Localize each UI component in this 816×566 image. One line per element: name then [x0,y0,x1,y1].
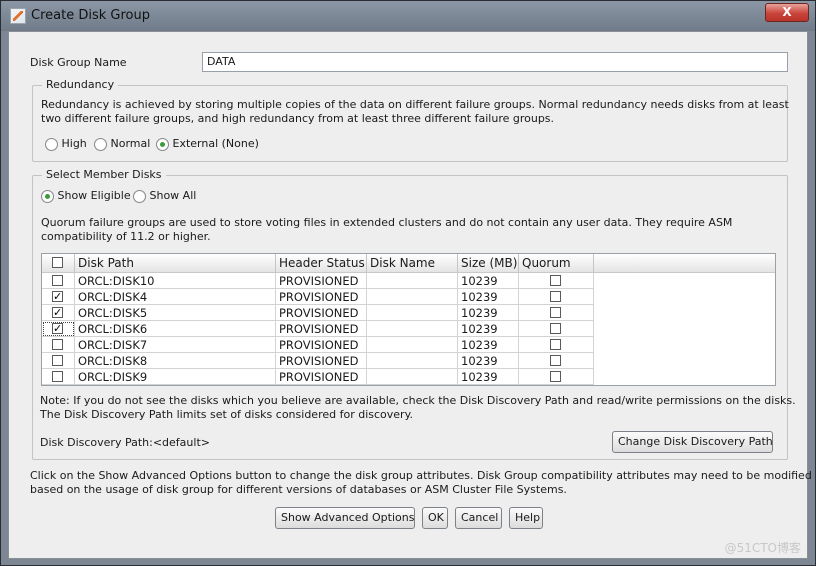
table-row[interactable]: ORCL:DISK9 PROVISIONED 10239 [42,369,594,385]
cell-size: 10239 [458,353,519,369]
cell-disk-path: ORCL:DISK5 [75,305,276,321]
radio-external-label: External (None) [172,137,259,150]
row-select-checkbox[interactable] [52,339,63,350]
cell-disk-name [367,353,458,369]
cell-disk-path: ORCL:DISK6 [75,321,276,337]
dialog-content: Disk Group Name DATA Redundancy Redundan… [8,31,812,559]
radio-normal-label: Normal [110,137,151,150]
title-bar[interactable]: Create Disk Group X [1,1,815,31]
cell-disk-name [367,321,458,337]
cell-disk-name [367,273,458,289]
redundancy-description-2: two different failure groups, and high r… [41,112,555,125]
cell-header-status: PROVISIONED [276,305,367,321]
radio-external[interactable]: External (None) [156,137,259,151]
select-all-checkbox[interactable] [52,257,63,268]
header-select-all[interactable] [42,254,75,273]
redundancy-title: Redundancy [42,78,119,91]
radio-external-indicator[interactable] [156,137,169,151]
row-select-checkbox[interactable] [52,289,63,305]
row-select-checkbox[interactable] [52,275,63,286]
app-icon [10,8,26,24]
header-disk-path[interactable]: Disk Path [75,254,276,273]
row-select-checkbox[interactable] [52,305,63,321]
quorum-checkbox[interactable] [550,339,561,350]
disk-group-name-input[interactable]: DATA [202,52,788,72]
window-title: Create Disk Group [31,8,150,23]
cell-size: 10239 [458,369,519,385]
radio-show-eligible[interactable]: Show Eligible [41,189,131,203]
quorum-checkbox[interactable] [550,291,561,302]
redundancy-group: Redundancy Redundancy is achieved by sto… [32,78,789,162]
change-discovery-path-button[interactable]: Change Disk Discovery Path [612,431,773,453]
radio-show-all-label: Show All [149,189,197,202]
show-advanced-options-button[interactable]: Show Advanced Options [275,507,415,529]
header-size[interactable]: Size (MB) [458,254,519,273]
cell-header-status: PROVISIONED [276,337,367,353]
header-header-status[interactable]: Header Status [276,254,367,273]
cell-header-status: PROVISIONED [276,353,367,369]
discovery-note-2: The Disk Discovery Path limits set of di… [40,408,414,421]
header-disk-name[interactable]: Disk Name [367,254,458,273]
close-button[interactable]: X [765,3,809,22]
radio-high[interactable]: High [45,137,87,151]
cell-size: 10239 [458,289,519,305]
quorum-checkbox[interactable] [550,307,561,318]
row-select-checkbox[interactable] [52,321,63,337]
radio-high-label: High [61,137,87,150]
cell-disk-name [367,289,458,305]
cell-disk-name [367,305,458,321]
disk-discovery-path-label: Disk Discovery Path:<default> [40,436,210,449]
cell-header-status: PROVISIONED [276,289,367,305]
table-row[interactable]: ORCL:DISK8 PROVISIONED 10239 [42,353,594,369]
table-row[interactable]: ORCL:DISK10 PROVISIONED 10239 [42,273,594,289]
cell-disk-path: ORCL:DISK4 [75,289,276,305]
header-quorum[interactable]: Quorum [519,254,594,273]
radio-show-all[interactable]: Show All [133,189,196,203]
cell-header-status: PROVISIONED [276,369,367,385]
cell-disk-path: ORCL:DISK9 [75,369,276,385]
row-select-checkbox[interactable] [52,355,63,366]
member-disks-title: Select Member Disks [42,168,166,181]
watermark: @51CTO博客 [724,541,801,555]
table-row[interactable]: ORCL:DISK5 PROVISIONED 10239 [42,305,594,321]
cell-disk-name [367,369,458,385]
redundancy-description-1: Redundancy is achieved by storing multip… [41,98,789,111]
cancel-button[interactable]: Cancel [455,507,502,529]
radio-show-eligible-indicator[interactable] [41,189,54,203]
quorum-checkbox[interactable] [550,371,561,382]
advanced-note-1: Click on the Show Advanced Options butto… [30,469,812,482]
table-row[interactable]: ORCL:DISK4 PROVISIONED 10239 [42,289,594,305]
quorum-note-1: Quorum failure groups are used to store … [41,216,733,229]
row-select-checkbox[interactable] [52,371,63,382]
discovery-note-1: Note: If you do not see the disks which … [40,394,796,407]
cell-disk-name [367,337,458,353]
radio-normal-indicator[interactable] [94,137,107,151]
quorum-note-2: compatibility of 11.2 or higher. [41,230,211,243]
quorum-checkbox[interactable] [550,323,561,334]
cell-disk-path: ORCL:DISK7 [75,337,276,353]
cell-header-status: PROVISIONED [276,273,367,289]
cell-header-status: PROVISIONED [276,321,367,337]
cell-size: 10239 [458,321,519,337]
radio-high-indicator[interactable] [45,137,58,151]
radio-show-eligible-label: Show Eligible [57,189,131,202]
dialog-window: Create Disk Group X Disk Group Name DATA… [0,0,816,566]
table-row[interactable]: ORCL:DISK6 PROVISIONED 10239 [42,321,594,337]
table-header: Disk Path Header Status Disk Name Size (… [42,254,775,273]
radio-show-all-indicator[interactable] [133,189,146,203]
quorum-checkbox[interactable] [550,275,561,286]
radio-normal[interactable]: Normal [94,137,150,151]
cell-size: 10239 [458,273,519,289]
ok-button[interactable]: OK [422,507,448,529]
disk-table[interactable]: Disk Path Header Status Disk Name Size (… [41,253,776,386]
help-button[interactable]: Help [509,507,543,529]
cell-size: 10239 [458,305,519,321]
table-row[interactable]: ORCL:DISK7 PROVISIONED 10239 [42,337,594,353]
advanced-note-2: based on the usage of disk group for dif… [30,483,567,496]
quorum-checkbox[interactable] [550,355,561,366]
disk-group-name-label: Disk Group Name [30,56,127,69]
cell-disk-path: ORCL:DISK10 [75,273,276,289]
cell-size: 10239 [458,337,519,353]
cell-disk-path: ORCL:DISK8 [75,353,276,369]
